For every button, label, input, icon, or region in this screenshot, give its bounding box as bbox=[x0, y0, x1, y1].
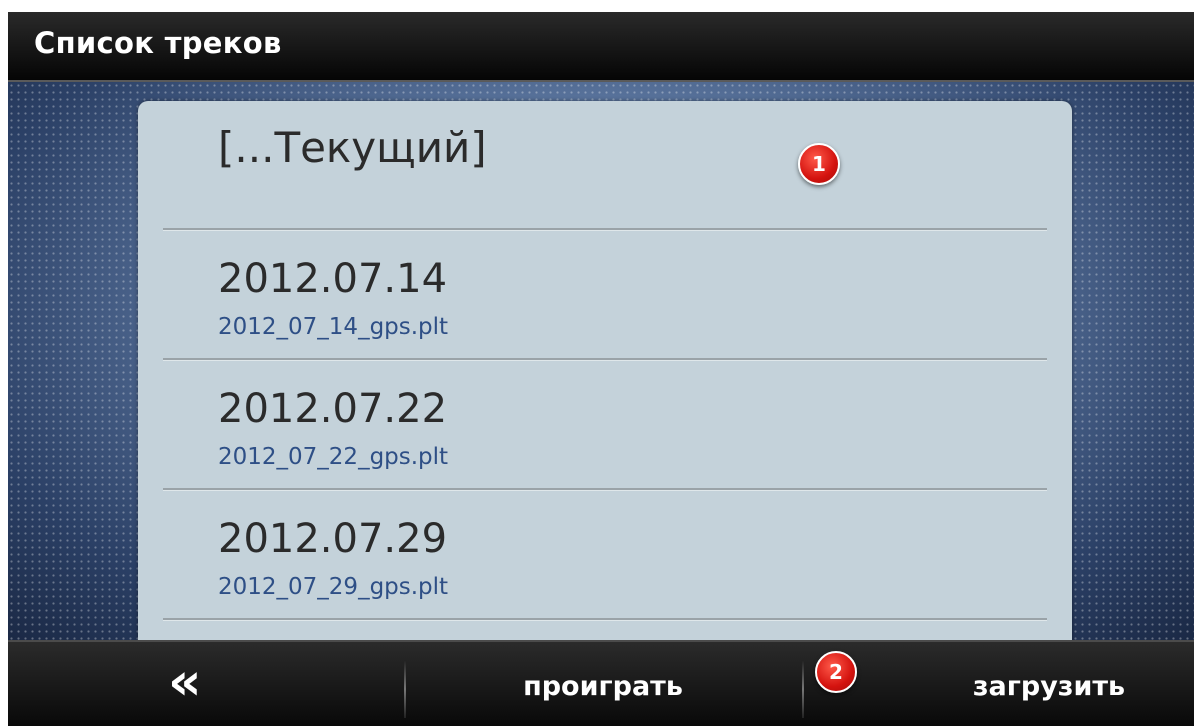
track-date: 2012.07.14 bbox=[218, 256, 448, 302]
load-button-label: загрузить bbox=[972, 671, 1126, 702]
track-file-name: 2012_07_14_gps.plt bbox=[218, 314, 449, 340]
play-button[interactable]: проиграть bbox=[406, 642, 800, 726]
track-file-name: 2012_07_29_gps.plt bbox=[218, 574, 449, 600]
load-button[interactable]: 2 загрузить bbox=[804, 642, 1194, 726]
track-date: 2012.07.29 bbox=[218, 516, 448, 562]
track-date: 2012.07.22 bbox=[218, 386, 448, 432]
track-file-name: 2012_07_22_gps.plt bbox=[218, 444, 449, 470]
page-title: Список треков bbox=[34, 26, 282, 60]
list-item-track[interactable]: 2012.07.22 2012_07_22_gps.plt bbox=[138, 361, 1072, 491]
bottom-toolbar: « проиграть 2 загрузить bbox=[8, 640, 1194, 726]
callout-2-badge: 2 bbox=[815, 651, 857, 693]
double-chevron-left-icon: « bbox=[168, 652, 202, 712]
list-divider bbox=[163, 618, 1047, 621]
app-window: Список треков [...Текущий] 1 2012.07.14 … bbox=[8, 12, 1194, 726]
header-bar: Список треков bbox=[8, 12, 1194, 82]
list-item-track[interactable]: 2012.07.29 2012_07_29_gps.plt bbox=[138, 491, 1072, 621]
back-button[interactable]: « bbox=[8, 642, 404, 726]
list-item-current[interactable]: [...Текущий] 1 bbox=[138, 101, 1072, 231]
current-track-label: [...Текущий] bbox=[218, 123, 487, 172]
callout-1-badge: 1 bbox=[798, 143, 840, 185]
track-list[interactable]: [...Текущий] 1 2012.07.14 2012_07_14_gps… bbox=[138, 101, 1072, 661]
play-button-label: проиграть bbox=[523, 671, 683, 702]
content-area: [...Текущий] 1 2012.07.14 2012_07_14_gps… bbox=[8, 82, 1194, 661]
list-item-track[interactable]: 2012.07.14 2012_07_14_gps.plt bbox=[138, 231, 1072, 361]
